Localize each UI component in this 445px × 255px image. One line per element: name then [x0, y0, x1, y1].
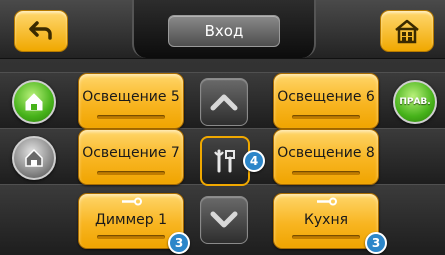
tools-icon: [214, 149, 235, 173]
tools-badge: 4: [243, 150, 265, 172]
tile-dimmer-1-indicator: [97, 235, 165, 239]
right-page-button[interactable]: ПРАВ.: [393, 80, 437, 124]
house-outline-icon: [25, 148, 43, 167]
title-plate: Вход: [132, 0, 316, 58]
tile-light-8[interactable]: Освещение 8: [273, 129, 379, 185]
tile-light-6-label: Освещение 6: [277, 89, 375, 105]
wrench-icon: [79, 197, 183, 207]
back-arrow-icon: [29, 21, 52, 40]
tile-light-8-indicator: [292, 171, 360, 175]
home-button[interactable]: [380, 10, 434, 52]
tile-kitchen[interactable]: Кухня: [273, 193, 379, 249]
dimmer-1-badge: 3: [168, 232, 190, 254]
back-button[interactable]: [14, 10, 68, 52]
house-icon: [25, 93, 43, 111]
scroll-down-button[interactable]: [200, 196, 248, 244]
page-title[interactable]: Вход: [168, 15, 280, 47]
tile-light-7[interactable]: Освещение 7: [78, 129, 184, 185]
kitchen-badge: 3: [365, 232, 387, 254]
scene-on-button[interactable]: [12, 80, 56, 124]
top-bar: Вход: [0, 0, 445, 59]
tile-light-6-indicator: [292, 115, 360, 119]
tile-light-6[interactable]: Освещение 6: [273, 73, 379, 129]
scene-off-button[interactable]: [12, 136, 56, 180]
tile-kitchen-indicator: [292, 235, 360, 239]
control-panel-screen: Вход ПРАВ. Освещение 5 Освещение 6 Освещ…: [0, 0, 445, 255]
scroll-up-button[interactable]: [200, 78, 248, 126]
chevron-up-icon: [210, 94, 238, 111]
tile-light-8-label: Освещение 8: [277, 145, 375, 161]
tile-kitchen-label: Кухня: [303, 212, 349, 228]
tile-light-7-indicator: [97, 171, 165, 175]
tile-light-7-label: Освещение 7: [82, 145, 180, 161]
home-icon: [395, 19, 419, 44]
tile-light-5[interactable]: Освещение 5: [78, 73, 184, 129]
right-page-label: ПРАВ.: [399, 97, 431, 107]
tile-light-5-indicator: [97, 115, 165, 119]
tile-dimmer-1-label: Диммер 1: [94, 212, 168, 228]
tile-light-5-label: Освещение 5: [82, 89, 180, 105]
chevron-down-icon: [210, 211, 238, 228]
wrench-icon: [274, 197, 378, 207]
